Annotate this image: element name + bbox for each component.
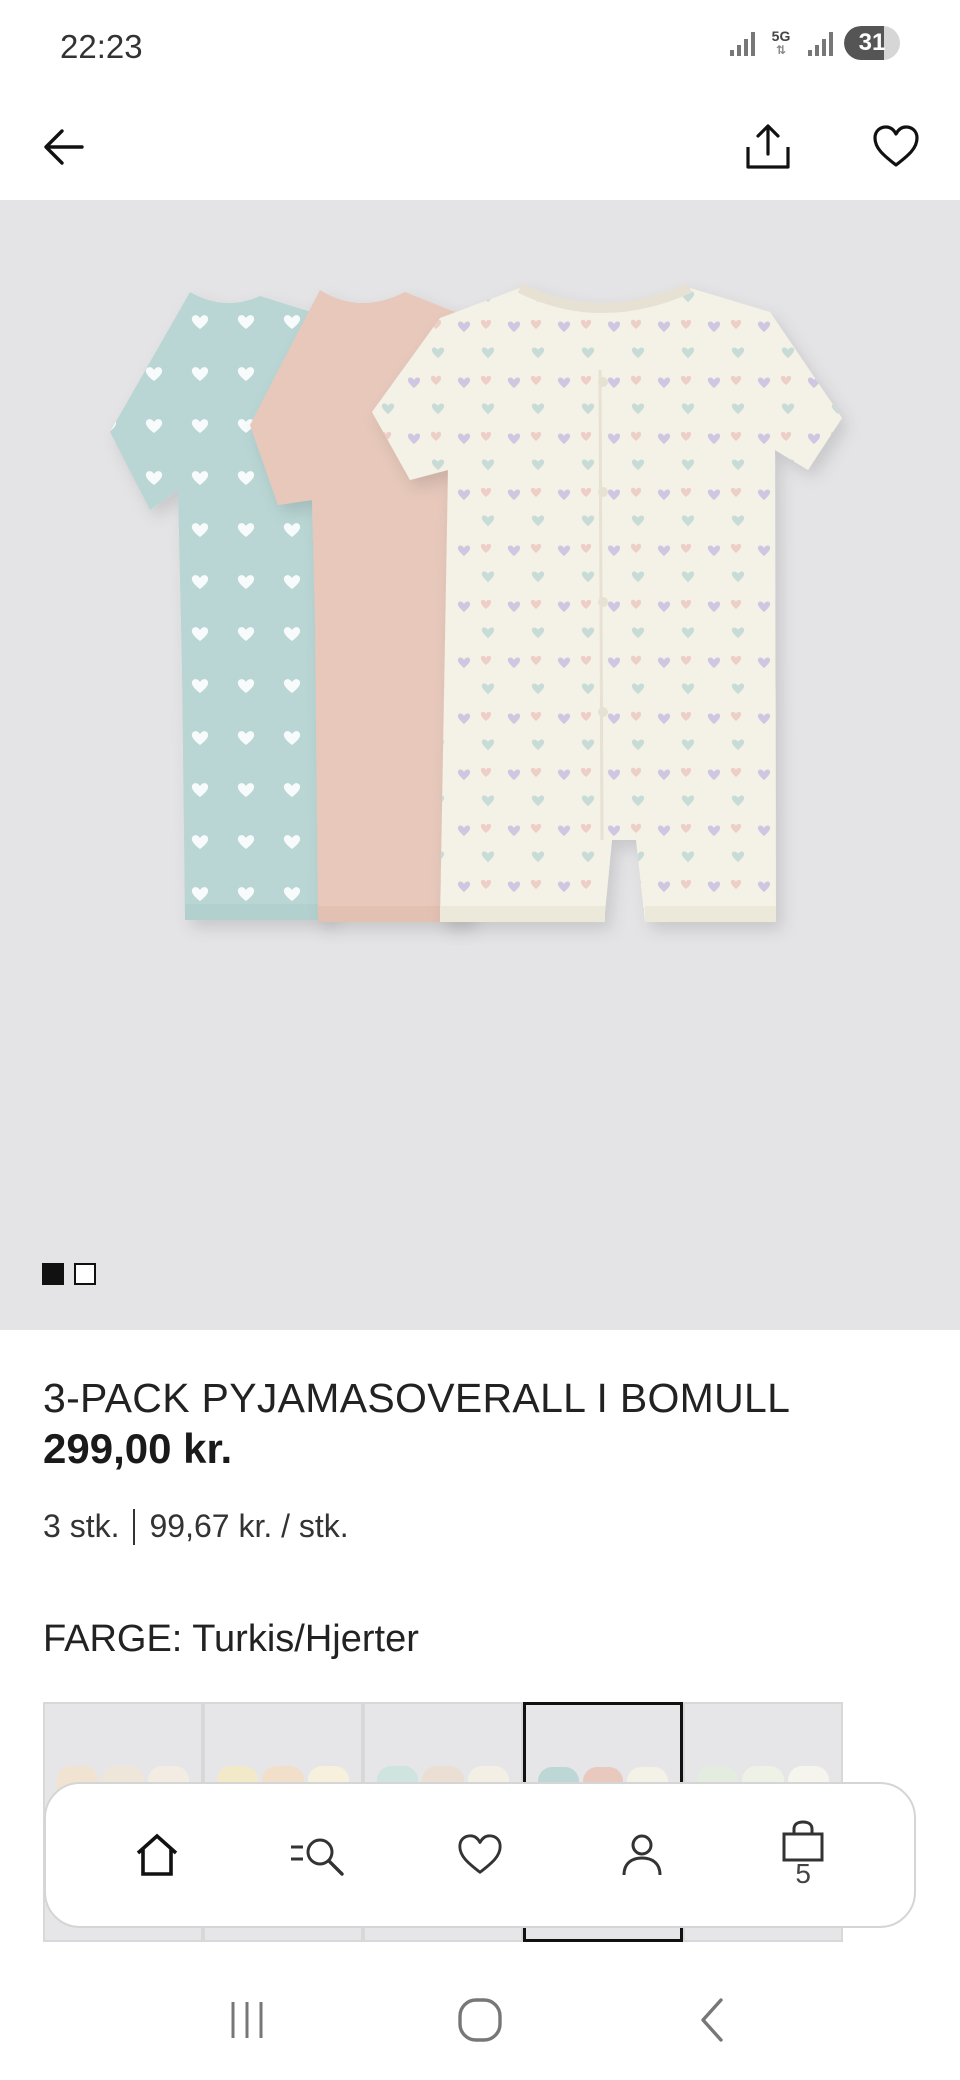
system-navigation-bar [0,1960,960,2080]
unit-price-info: 3 stk. 99,67 kr. / stk. [43,1508,349,1545]
back-chevron-icon [701,1998,724,2042]
share-icon [746,124,790,169]
divider [133,1508,136,1545]
nav-search[interactable] [278,1805,358,1905]
home-circle-icon [458,1998,502,2042]
account-icon [622,1834,662,1876]
home-icon [136,1833,177,1876]
status-bar: 22:23 5G ⇅ 31 [0,0,960,95]
product-title: 3-PACK PYJAMASOVERALL I BOMULL [43,1375,791,1421]
heart-outline-icon [873,125,919,167]
search-filter-icon [291,1838,345,1876]
recent-apps-icon [231,2002,263,2038]
favorite-button[interactable] [858,109,934,185]
system-back-button[interactable] [673,1980,753,2060]
recent-apps-button[interactable] [207,1980,287,2060]
heart-icon [458,1834,502,1874]
gallery-dot-2[interactable] [74,1263,96,1285]
battery-level: 31 [858,29,886,56]
gallery-dot-1[interactable] [42,1263,64,1285]
signal-icon-2 [806,30,834,56]
quantity-label: 3 stk. [43,1508,120,1544]
system-home-button[interactable] [440,1980,520,2060]
signal-icon [728,30,756,56]
share-button[interactable] [730,109,806,185]
product-photo [110,283,842,922]
back-button[interactable] [26,109,102,185]
color-selection-label: FARGE: Turkis/Hjerter [43,1618,419,1661]
product-price: 299,00 kr. [43,1425,233,1472]
nav-home[interactable] [117,1805,197,1905]
bottom-navigation: 5 [44,1782,916,1928]
unit-price-label: 99,67 kr. / stk. [149,1508,349,1544]
status-icons: 5G ⇅ 31 [728,26,900,60]
bag-count-badge: 5 [795,1858,811,1889]
battery-icon: 31 [844,26,900,60]
color-value: Turkis/Hjerter [192,1618,419,1660]
gallery-pagination [42,1263,96,1285]
arrow-left-icon [44,129,84,165]
color-label: FARGE: [43,1618,183,1660]
nav-bag[interactable]: 5 [763,1805,843,1905]
shopping-bag-icon [782,1820,824,1862]
status-time: 22:23 [60,28,143,65]
app-header [0,95,960,200]
nav-account[interactable] [602,1805,682,1905]
nav-favorites[interactable] [440,1805,520,1905]
network-type-icon: 5G ⇅ [771,28,791,57]
product-image-gallery[interactable] [0,200,960,1330]
